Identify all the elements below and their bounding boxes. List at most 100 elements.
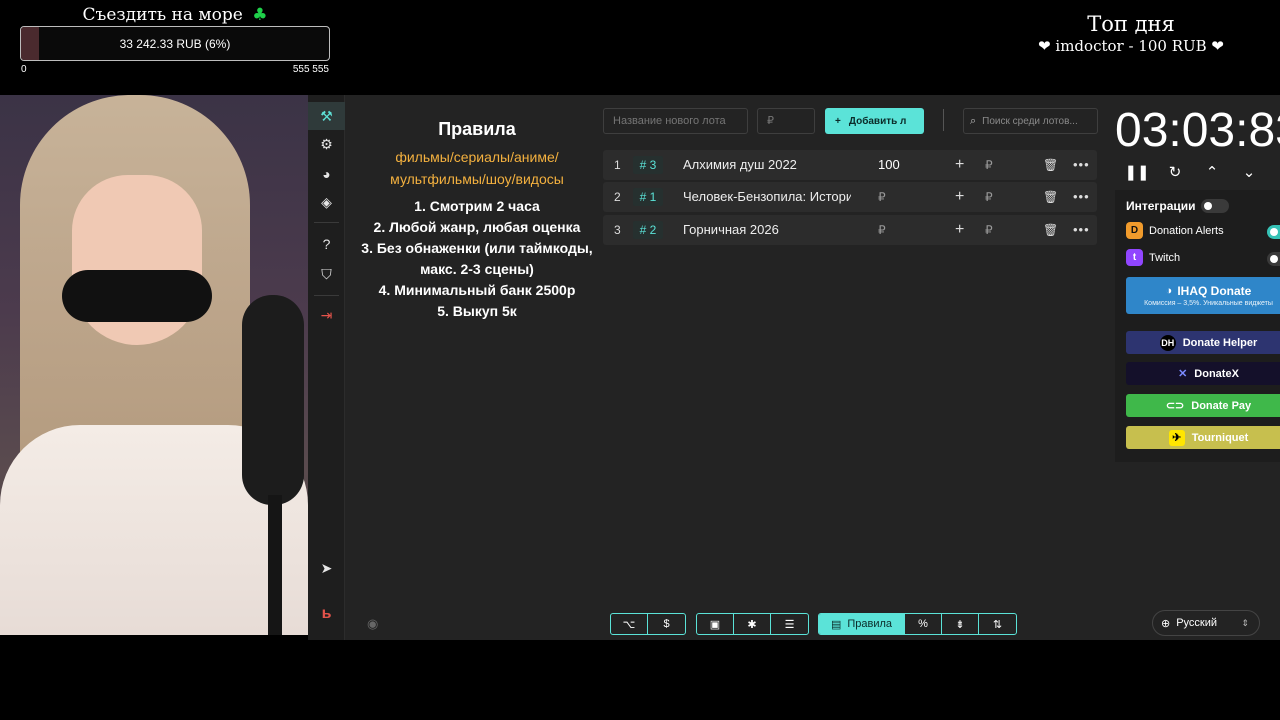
donate-helper-icon: DH [1159, 334, 1176, 351]
ihaq-subtitle: Комиссия – 3,5%. Уникальные виджеты [1144, 300, 1273, 307]
trash-icon[interactable]: 🗑 [1043, 182, 1058, 212]
lot-currency[interactable]: ₽ [985, 150, 993, 180]
lot-row: 3 # 2 Горничная 2026 ₽ + ₽ 🗑 ••• [603, 215, 1097, 245]
chevron-up-icon[interactable]: ⌃ [1200, 162, 1224, 182]
layers-icon[interactable]: ◈ [308, 188, 345, 216]
pause-icon[interactable]: ❚❚ [1124, 162, 1149, 182]
lot-currency[interactable]: ₽ [985, 215, 993, 245]
tourniquet-label: Tourniquet [1191, 431, 1249, 444]
toolbar-divider [943, 109, 944, 131]
rules-item: 5. Выкуп 5к [437, 303, 517, 319]
telegram-icon[interactable]: ➤ [308, 554, 345, 582]
lot-id-badge: # 1 [633, 188, 663, 206]
add-lot-label: Добавить л [848, 115, 907, 127]
donation-alerts-toggle[interactable] [1267, 225, 1280, 239]
lot-id-badge: # 3 [633, 156, 663, 174]
reset-icon[interactable]: ↻ [1163, 162, 1187, 182]
brand-logo-icon[interactable]: ь [308, 600, 345, 628]
donate-pay-button[interactable]: ⊂⊃ Donate Pay [1126, 394, 1280, 417]
goal-title-text: Съездить на море [82, 5, 243, 25]
auction-app: ⚒ ⚙ ◕ ◈ ? ⛉ ⇥ ➤ ь Правила фильмы/сериалы… [308, 95, 1280, 640]
rules-item: 3. Без обнаженки (или таймкоды, макс. 2-… [361, 240, 593, 277]
rules-tab-label: Правила [847, 618, 893, 630]
add-lot-button[interactable]: + Добавить л [825, 108, 924, 134]
sidebar: ⚒ ⚙ ◕ ◈ ? ⛉ ⇥ ➤ ь [308, 95, 345, 640]
donatex-icon: ✕ [1178, 368, 1188, 380]
auction-gavel-icon[interactable]: ⚒ [308, 102, 345, 130]
lot-currency[interactable]: ₽ [985, 182, 993, 212]
timer-controls: ❚❚ ↻ ⌃ ⌄ [1123, 162, 1280, 182]
wheel-icon[interactable]: ◕ [308, 160, 345, 188]
goal-scale-min: 0 [21, 64, 27, 75]
goal-title: Съездить на море ♣ [20, 4, 330, 26]
twitch-toggle[interactable] [1267, 252, 1280, 266]
goal-scale: 0 555 555 [20, 64, 330, 75]
select-caret-icon: ⇕ [1241, 617, 1249, 628]
lot-name[interactable]: Горничная 2026 [683, 215, 851, 245]
lot-row: 1 # 3 Алхимия душ 2022 100 + ₽ 🗑 ••• [603, 150, 1097, 180]
bug-icon[interactable]: ✱ [734, 614, 771, 634]
save-icon[interactable]: ▣ [697, 614, 734, 634]
lot-name[interactable]: Человек-Бензопила: История [683, 182, 851, 212]
clover-icon: ♣ [252, 5, 268, 25]
lot-name[interactable]: Алхимия душ 2022 [683, 150, 851, 180]
ihaq-donate-button[interactable]: ◑ IHAQ Donate Комиссия – 3,5%. Уникальны… [1126, 277, 1280, 314]
donate-helper-label: Donate Helper [1182, 336, 1258, 349]
lot-amount[interactable]: 100 [878, 150, 928, 180]
stream-frame: Съездить на море ♣ 33 242.33 RUB (6%) 0 … [0, 0, 1280, 720]
donate-pay-icon: ⊂⊃ [1165, 400, 1185, 412]
goal-amount: 33 242.33 RUB (6%) [119, 36, 231, 51]
tourniquet-button[interactable]: ✈ Tourniquet [1126, 426, 1280, 449]
auction-timer: 03:03:83 [1115, 104, 1280, 157]
integrations-panel: Интеграции D Donation Alerts t Twitch ◑ … [1115, 190, 1280, 462]
ihaq-logo-icon: ◑ [1165, 285, 1173, 297]
donatex-label: DonateX [1194, 367, 1239, 380]
logout-icon[interactable]: ⇥ [308, 301, 345, 329]
donation-goal-widget: Съездить на море ♣ 33 242.33 RUB (6%) 0 … [20, 4, 330, 75]
gear-icon[interactable]: ⚙ [308, 130, 345, 158]
lot-search-input[interactable]: ⌕ Поиск среди лотов... [963, 108, 1098, 134]
language-select[interactable]: ⊕ Русский ⇕ [1152, 610, 1260, 636]
rules-item: 2. Любой жанр, любая оценка [373, 219, 581, 235]
links-toolbar: ⌥ $ [610, 613, 686, 635]
donation-alerts-label: Donation Alerts [1149, 224, 1224, 237]
help-icon[interactable]: ? [308, 230, 345, 258]
rules-tab-button[interactable]: ▤ Правила [819, 614, 905, 634]
archive-icon[interactable]: ☰ [771, 614, 808, 634]
rules-item: 4. Минимальный банк 2500р [378, 282, 576, 298]
more-icon[interactable]: ••• [1073, 215, 1090, 245]
shield-icon[interactable]: ⛉ [308, 260, 345, 288]
top-day-donator: ❤ imdoctor - 100 RUB ❤ [1038, 37, 1224, 55]
add-amount-icon[interactable]: + [955, 150, 964, 180]
rules-categories: фильмы/сериалы/аниме/ мультфильмы/шоу/ви… [346, 146, 608, 190]
chevron-down-icon[interactable]: ⌄ [1237, 162, 1261, 182]
more-icon[interactable]: ••• [1073, 150, 1090, 180]
sort-icon[interactable]: ⇅ [979, 614, 1016, 634]
twitch-label: Twitch [1149, 251, 1181, 264]
lot-amount[interactable]: ₽ [878, 182, 928, 212]
lot-search-placeholder: Поиск среди лотов... [982, 115, 1078, 127]
lot-amount[interactable]: ₽ [878, 215, 928, 245]
compress-icon[interactable]: ⇟ [942, 614, 979, 634]
integration-donation-alerts: D Donation Alerts [1126, 222, 1224, 239]
donate-helper-button[interactable]: DH Donate Helper [1126, 331, 1280, 354]
integrations-toggle[interactable] [1201, 199, 1229, 213]
globe-icon: ⊕ [1161, 617, 1171, 630]
more-icon[interactable]: ••• [1073, 182, 1090, 212]
donate-pay-label: Donate Pay [1191, 399, 1252, 412]
dollar-icon[interactable]: $ [648, 614, 685, 634]
new-lot-name-input[interactable] [603, 108, 748, 134]
github-icon[interactable]: ⌥ [611, 614, 648, 634]
language-label: Русский [1176, 617, 1218, 629]
integration-twitch: t Twitch [1126, 249, 1180, 266]
search-icon: ⌕ [970, 114, 977, 127]
percent-icon[interactable]: % [905, 614, 942, 634]
add-amount-icon[interactable]: + [955, 215, 964, 245]
eye-icon[interactable]: ◉ [367, 616, 378, 632]
add-amount-icon[interactable]: + [955, 182, 964, 212]
donatex-button[interactable]: ✕ DonateX [1126, 362, 1280, 385]
rules-title: Правила [438, 119, 516, 139]
trash-icon[interactable]: 🗑 [1043, 215, 1058, 245]
trash-icon[interactable]: 🗑 [1043, 150, 1058, 180]
new-lot-amount-input[interactable] [757, 108, 815, 134]
